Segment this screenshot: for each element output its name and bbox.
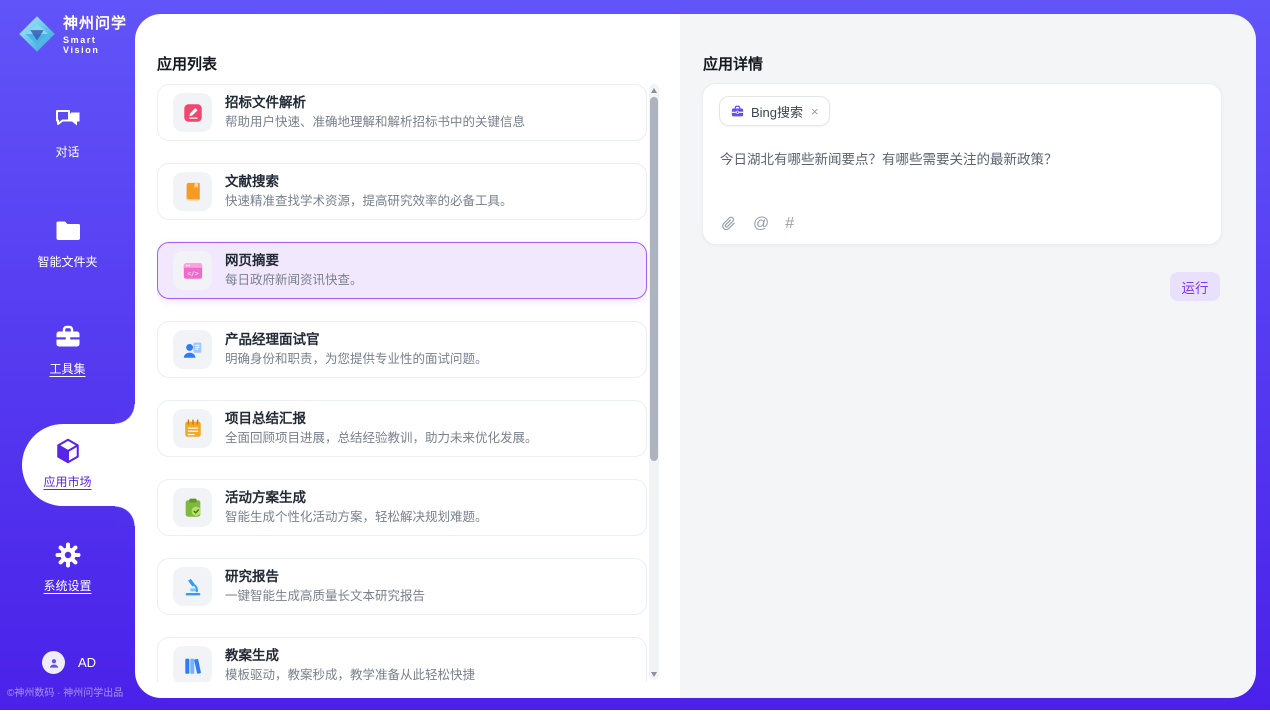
- sidebar-item-label: 系统设置: [43, 577, 91, 594]
- app-card-title: 文献搜索: [225, 174, 513, 190]
- app-card-description: 每日政府新闻资讯快查。: [225, 273, 363, 288]
- sidebar-item-smart-folders[interactable]: 智能文件夹: [0, 216, 135, 270]
- app-card-list: 招标文件解析帮助用户快速、准确地理解和解析招标书中的关键信息文献搜索快速精准查找…: [157, 84, 647, 682]
- pen-doc-icon: [173, 93, 212, 132]
- app-card-project-summary[interactable]: 项目总结汇报全面回顾项目进展，总结经验教训，助力未来优化发展。: [157, 400, 647, 457]
- app-card-literature-search[interactable]: 文献搜索快速精准查找学术资源，提高研究效率的必备工具。: [157, 163, 647, 220]
- app-card-lesson-plan[interactable]: 教案生成模板驱动，教案秒成，教学准备从此轻松快捷: [157, 637, 647, 682]
- app-card-description: 一键智能生成高质量长文本研究报告: [225, 589, 425, 604]
- app-card-web-digest[interactable]: </> 网页摘要每日政府新闻资讯快查。: [157, 242, 647, 299]
- app-card-title: 网页摘要: [225, 253, 363, 269]
- sidebar-item-label: 智能文件夹: [37, 253, 97, 270]
- brand-gem-icon: [17, 14, 57, 54]
- cube-icon: [53, 436, 83, 466]
- sidebar-item-chat[interactable]: 对话: [0, 106, 135, 160]
- app-card-title: 项目总结汇报: [225, 411, 538, 427]
- scrollbar-thumb[interactable]: [650, 97, 658, 461]
- briefcase-icon: [730, 104, 751, 119]
- sidebar: 神州问学 Smart Vision 对话智能文件夹工具集应用市场系统设置 AD …: [0, 0, 135, 710]
- toolbox-icon: [53, 323, 83, 353]
- app-card-title: 教案生成: [225, 648, 475, 664]
- pocket-notch-top: [115, 404, 135, 424]
- scrollbar[interactable]: [649, 84, 659, 680]
- app-card-event-plan[interactable]: 活动方案生成智能生成个性化活动方案，轻松解决规划难题。: [157, 479, 647, 536]
- sidebar-item-app-market[interactable]: 应用市场: [0, 436, 135, 490]
- books-icon: [173, 646, 212, 682]
- app-card-description: 帮助用户快速、准确地理解和解析招标书中的关键信息: [225, 115, 525, 130]
- at-icon[interactable]: @: [753, 216, 769, 232]
- app-card-title: 招标文件解析: [225, 95, 525, 111]
- avatar: [42, 651, 65, 674]
- app-list-title: 应用列表: [157, 53, 217, 74]
- hash-icon[interactable]: #: [785, 216, 794, 232]
- attachment-toolbar: @#: [720, 215, 794, 232]
- app-card-description: 全面回顾项目进展，总结经验教训，助力未来优化发展。: [225, 431, 538, 446]
- run-button[interactable]: 运行: [1170, 272, 1220, 301]
- app-detail-title: 应用详情: [703, 53, 763, 74]
- interviewer-icon: [173, 330, 212, 369]
- app-list-panel: 应用列表 招标文件解析帮助用户快速、准确地理解和解析招标书中的关键信息文献搜索快…: [135, 14, 680, 698]
- app-card-description: 智能生成个性化活动方案，轻松解决规划难题。: [225, 510, 488, 525]
- note-icon: [173, 409, 212, 448]
- app-card-pm-interviewer[interactable]: 产品经理面试官明确身份和职责，为您提供专业性的面试问题。: [157, 321, 647, 378]
- copyright-footer: ©神州数码 · 神州问学出品: [7, 684, 123, 699]
- scrollbar-down-arrow-icon[interactable]: [649, 668, 659, 680]
- browser-icon: </>: [173, 251, 212, 290]
- sidebar-item-toolset[interactable]: 工具集: [0, 323, 135, 377]
- query-input[interactable]: 今日湖北有哪些新闻要点？有哪些需要关注的最新政策？: [720, 151, 1205, 170]
- tool-chip-bing-search[interactable]: Bing搜索 ×: [719, 96, 830, 126]
- sidebar-item-label: 工具集: [49, 360, 85, 377]
- gear-icon: [53, 540, 83, 570]
- app-card-description: 模板驱动，教案秒成，教学准备从此轻松快捷: [225, 668, 475, 682]
- brand-name: 神州问学: [63, 12, 135, 33]
- tool-chip-label: Bing搜索: [751, 102, 803, 121]
- app-detail-panel: 应用详情 Bing搜索 × 今日湖北有哪些新闻要点？有哪些需要关注的最新政策？ …: [680, 14, 1256, 698]
- user-initials: AD: [78, 655, 96, 670]
- app-card-research-report[interactable]: 研究报告一键智能生成高质量长文本研究报告: [157, 558, 647, 615]
- app-card-title: 研究报告: [225, 569, 425, 585]
- clipboard-icon: [173, 488, 212, 527]
- sidebar-item-label: 对话: [55, 143, 79, 160]
- scrollbar-up-arrow-icon[interactable]: [649, 84, 659, 96]
- microscope-icon: [173, 567, 212, 606]
- folder-icon: [53, 216, 83, 246]
- app-window: 神州问学 Smart Vision 对话智能文件夹工具集应用市场系统设置 AD …: [0, 0, 1270, 710]
- app-card-title: 产品经理面试官: [225, 332, 488, 348]
- svg-text:</>: </>: [187, 269, 199, 277]
- user-avatar-icon: [47, 656, 61, 670]
- prompt-card: Bing搜索 × 今日湖北有哪些新闻要点？有哪些需要关注的最新政策？ @#: [702, 83, 1222, 245]
- brand-subtitle: Smart Vision: [63, 35, 135, 55]
- chat-icon: [53, 106, 83, 136]
- app-card-title: 活动方案生成: [225, 490, 488, 506]
- brand[interactable]: 神州问学 Smart Vision: [17, 12, 135, 55]
- pocket-notch-bottom: [115, 506, 135, 526]
- sidebar-item-system-settings[interactable]: 系统设置: [0, 540, 135, 594]
- app-card-description: 快速精准查找学术资源，提高研究效率的必备工具。: [225, 194, 513, 209]
- sidebar-item-label: 应用市场: [43, 473, 91, 490]
- book-icon: [173, 172, 212, 211]
- app-card-bid-doc-analysis[interactable]: 招标文件解析帮助用户快速、准确地理解和解析招标书中的关键信息: [157, 84, 647, 141]
- user-profile[interactable]: AD: [42, 651, 96, 674]
- app-card-description: 明确身份和职责，为您提供专业性的面试问题。: [225, 352, 488, 367]
- paperclip-icon[interactable]: [720, 215, 737, 232]
- chip-close-icon[interactable]: ×: [811, 105, 819, 118]
